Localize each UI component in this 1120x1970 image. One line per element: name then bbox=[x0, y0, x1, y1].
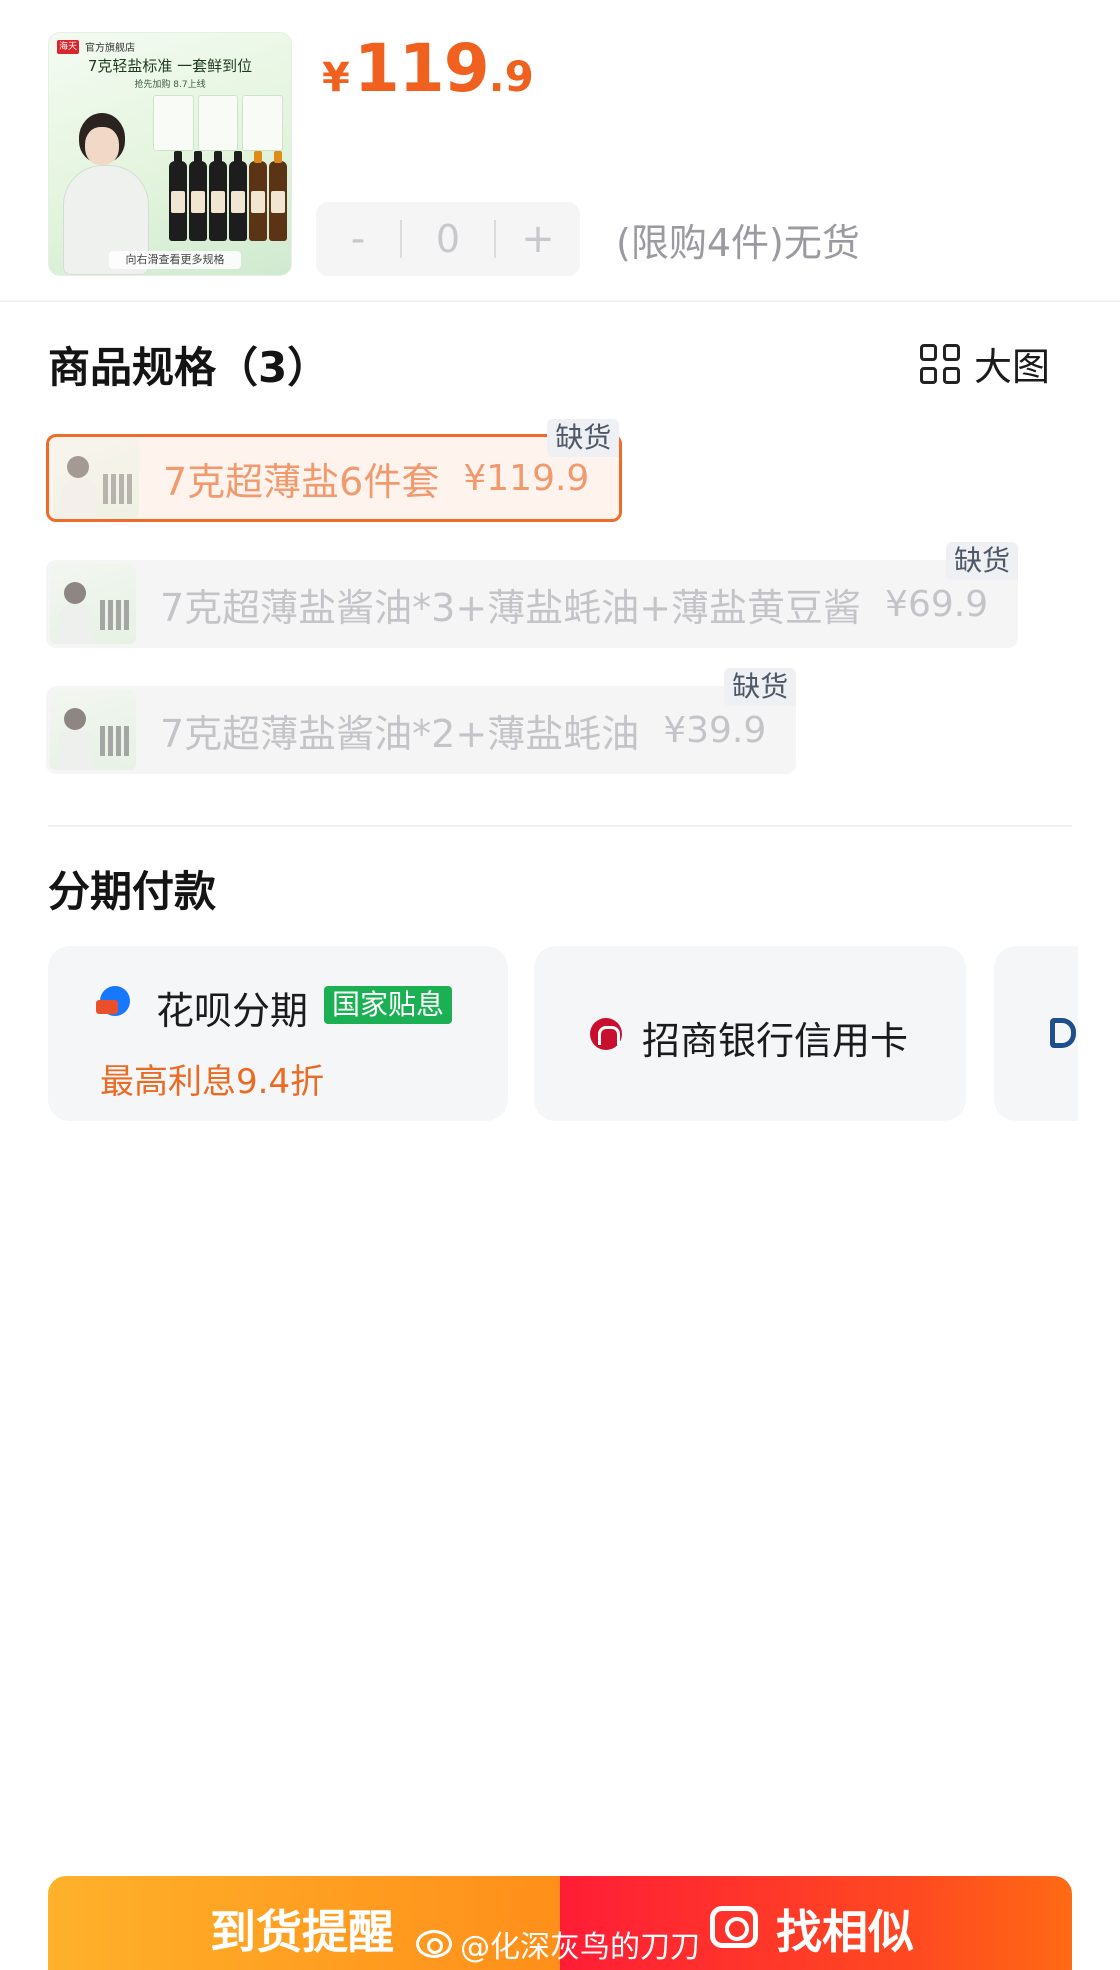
installment-name: 花呗分期 bbox=[156, 989, 309, 1033]
stock-limit-note: (限购4件)无货 bbox=[616, 221, 860, 265]
quantity-value[interactable]: 0 bbox=[402, 217, 494, 261]
spokesperson-image bbox=[55, 113, 149, 275]
camera-icon bbox=[710, 1906, 758, 1948]
spec-thumbnail bbox=[50, 690, 136, 770]
installment-huabei[interactable]: 花呗分期 国家贴息 最高利息9.4折 bbox=[48, 946, 508, 1121]
spec-option[interactable]: 7克超薄盐酱油*2+薄盐蚝油 ¥39.9 缺货 bbox=[46, 668, 797, 774]
spec-option[interactable]: 7克超薄盐酱油*3+薄盐蚝油+薄盐黄豆酱 ¥69.9 缺货 bbox=[46, 542, 1019, 648]
spec-option[interactable]: 7克超薄盐6件套 ¥119.9 缺货 bbox=[46, 419, 623, 522]
big-view-label: 大图 bbox=[974, 345, 1051, 389]
thumb-info-panels bbox=[153, 95, 284, 151]
spec-price: ¥119.9 bbox=[463, 457, 590, 499]
spec-name: 7克超薄盐酱油*2+薄盐蚝油 bbox=[160, 711, 640, 756]
out-of-stock-tag: 缺货 bbox=[946, 542, 1019, 580]
thumb-headline: 7克轻盐标准 一套鲜到位 bbox=[87, 57, 253, 75]
decrease-button[interactable]: - bbox=[316, 202, 400, 276]
product-bottles-image bbox=[169, 151, 287, 241]
price-integer: 119 bbox=[353, 30, 490, 107]
find-similar-label: 找相似 bbox=[776, 1905, 914, 1959]
thumb-caption: 向右滑查看更多规格 bbox=[109, 251, 241, 269]
store-label: 官方旗舰店 bbox=[85, 43, 135, 54]
installment-options: 花呗分期 国家贴息 最高利息9.4折 招商银行信用卡 bbox=[48, 946, 1078, 1121]
header-divider bbox=[0, 300, 1120, 302]
product-price: ¥ 119 .9 bbox=[322, 30, 534, 107]
installment-bank-option[interactable] bbox=[994, 946, 1078, 1121]
price-currency: ¥ bbox=[322, 55, 350, 101]
spec-name: 7克超薄盐6件套 bbox=[163, 459, 440, 504]
spec-price: ¥69.9 bbox=[885, 583, 989, 625]
store-badge: 海天 官方旗舰店 bbox=[57, 39, 135, 54]
spec-name: 7克超薄盐酱油*3+薄盐蚝油+薄盐黄豆酱 bbox=[160, 585, 862, 630]
increase-button[interactable]: + bbox=[496, 202, 580, 276]
brand-logo: 海天 bbox=[57, 39, 79, 54]
big-view-toggle[interactable]: 大图 bbox=[920, 336, 1050, 391]
spec-thumbnail bbox=[50, 564, 136, 644]
installments-title: 分期付款 bbox=[48, 867, 217, 916]
specs-title: 商品规格（3） bbox=[48, 343, 330, 392]
arrival-reminder-label: 到货提醒 bbox=[210, 1905, 394, 1959]
spec-thumbnail bbox=[53, 438, 139, 518]
thumb-subline: 抢先加购 8.7上线 bbox=[134, 80, 206, 90]
bank-icon bbox=[1050, 1018, 1076, 1048]
out-of-stock-tag: 缺货 bbox=[724, 668, 797, 706]
quantity-stepper: - 0 + bbox=[316, 202, 580, 276]
spec-price: ¥39.9 bbox=[663, 709, 767, 751]
huabei-icon bbox=[96, 986, 130, 1016]
out-of-stock-tag: 缺货 bbox=[547, 419, 620, 457]
weibo-icon bbox=[416, 1930, 452, 1958]
product-thumbnail[interactable]: 海天 官方旗舰店 7克轻盐标准 一套鲜到位 抢先加购 8.7上线 向右滑查看更多… bbox=[48, 32, 292, 276]
installment-name: 招商银行信用卡 bbox=[642, 1019, 909, 1063]
installment-discount: 最高利息9.4折 bbox=[100, 1062, 325, 1102]
watermark-text: @化深灰鸟的刀刀 bbox=[460, 1930, 700, 1965]
grid-icon bbox=[920, 343, 960, 384]
watermark: @化深灰鸟的刀刀 bbox=[416, 1922, 700, 1966]
price-decimal: .9 bbox=[488, 52, 534, 101]
subsidy-tag: 国家贴息 bbox=[324, 986, 453, 1024]
section-divider bbox=[48, 825, 1072, 827]
product-header: 海天 官方旗舰店 7克轻盐标准 一套鲜到位 抢先加购 8.7上线 向右滑查看更多… bbox=[0, 0, 1120, 302]
installment-cmb-credit-card[interactable]: 招商银行信用卡 bbox=[534, 946, 966, 1121]
cmb-bank-icon bbox=[590, 1018, 622, 1050]
